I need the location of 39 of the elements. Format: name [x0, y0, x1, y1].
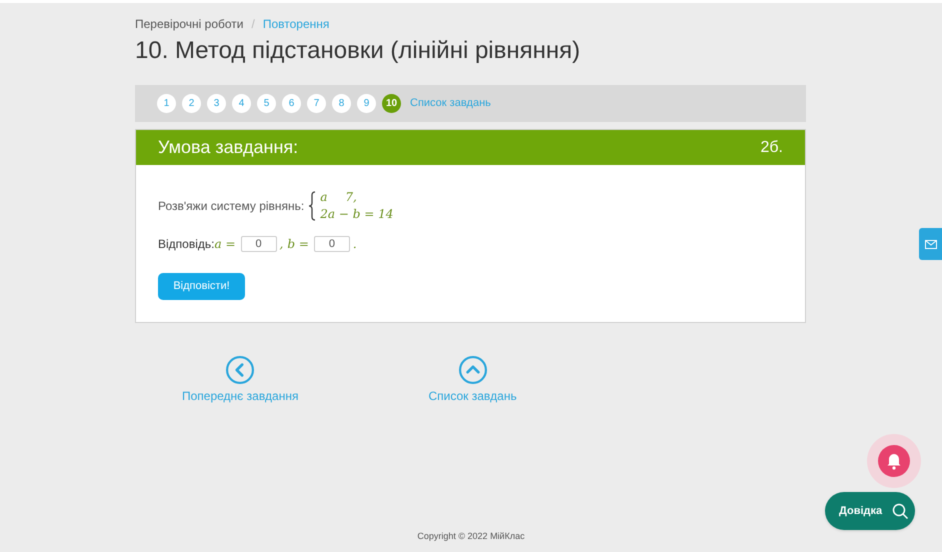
breadcrumb-link[interactable]: Повторення: [262, 15, 330, 33]
page-title: 10. Метод підстановки (лінійні рівняння): [135, 36, 582, 66]
page-number[interactable]: 5: [257, 94, 276, 113]
page-number[interactable]: 8: [332, 94, 351, 113]
task-prompt: Розв'яжи систему рівнянь:: [158, 198, 304, 215]
nav-link[interactable]: Попереднє завдання: [182, 387, 298, 405]
chevron-up-icon[interactable]: [458, 356, 487, 384]
page-number[interactable]: 3: [207, 94, 226, 113]
answer-punctuation: .: [352, 236, 357, 253]
bell-icon: [886, 452, 902, 470]
breadcrumb-item[interactable]: Перевірочні роботи: [135, 15, 244, 33]
task-points: 2б.: [760, 138, 783, 158]
task-list-link[interactable]: Список завдань: [410, 95, 491, 112]
answer-field[interactable]: 0: [314, 236, 350, 252]
equation: a 7,: [320, 189, 358, 206]
page-number[interactable]: 10: [382, 94, 401, 113]
help-button[interactable]: Довідка: [825, 492, 915, 530]
envelope-icon: [924, 240, 936, 248]
submit-button[interactable]: Відповісти!: [158, 273, 245, 300]
answer-variable: b =: [287, 236, 309, 253]
page-number[interactable]: 2: [182, 94, 201, 113]
equation: 2a − b = 14: [320, 206, 394, 223]
answer-label: Відповідь:: [158, 236, 214, 253]
nav-link[interactable]: Список завдань: [428, 387, 517, 405]
answer-field[interactable]: 0: [240, 236, 277, 252]
breadcrumb-separator: /: [251, 16, 255, 33]
brace-icon: [308, 191, 316, 221]
mail-tab[interactable]: [919, 228, 942, 260]
page-number[interactable]: 9: [357, 94, 376, 113]
search-icon: [892, 502, 910, 520]
task-header-title: Умова завдання:: [158, 136, 298, 159]
answer-punctuation: ,: [280, 236, 284, 253]
page-number[interactable]: 6: [282, 94, 301, 113]
page-number[interactable]: 4: [232, 94, 251, 113]
copyright-text: Copyright © 2022 МійКлас: [417, 530, 525, 543]
page-number[interactable]: 1: [157, 94, 176, 113]
chevron-left-icon[interactable]: [226, 356, 254, 384]
page-number[interactable]: 7: [307, 94, 326, 113]
answer-variable: a =: [214, 236, 236, 253]
